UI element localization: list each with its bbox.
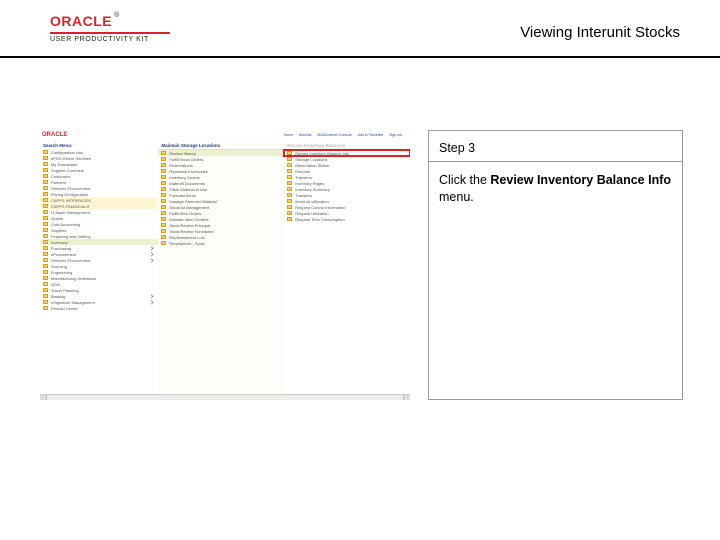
horizontal-scrollbar[interactable] [40,394,410,400]
instr-prefix: Click the [439,173,490,187]
content-area: ORACLE Home Worklist MultiChannel Consol… [40,130,683,400]
page-title: Viewing Interunit Stocks [520,24,680,41]
mini-col-mid: Maintain Storage Locations Review Histor… [158,140,284,400]
brand-subtitle: USER PRODUCTIVITY KIT [50,36,170,43]
header: ORACLE® USER PRODUCTIVITY KIT Viewing In… [0,0,720,60]
instr-bold: Review Inventory Balance Info [490,173,671,187]
folder-icon [161,151,166,155]
folder-icon [161,229,166,233]
folder-icon [43,222,48,226]
folder-icon [161,205,166,209]
mini-brand: ORACLE [42,132,67,138]
mini-col-left: Search Menu: Configuration Link ePOS Onl… [40,140,158,400]
mini-tab[interactable]: MultiChannel Console [317,133,351,137]
chevron-right-icon [150,300,154,304]
folder-icon [43,192,48,196]
folder-icon [43,228,48,232]
mini-topbar: ORACLE Home Worklist MultiChannel Consol… [40,130,410,140]
folder-icon [161,199,166,203]
folder-icon [161,193,166,197]
folder-icon [43,270,48,274]
list-item[interactable]: Requisitions - Cycle [158,240,284,246]
folder-icon [43,180,48,184]
folder-icon [161,181,166,185]
chevron-right-icon [150,252,154,256]
folder-icon [43,174,48,178]
instruction-panel: Step 3 Click the Review Inventory Balanc… [428,130,683,400]
mini-tab[interactable]: Sign out [389,133,402,137]
mini-top-tabs: Home Worklist MultiChannel Console Add t… [67,133,410,137]
folder-icon [43,186,48,190]
folder-icon [43,282,48,286]
folder-icon [161,223,166,227]
folder-icon [287,211,292,215]
folder-icon [287,163,292,167]
folder-icon [161,241,166,245]
chevron-right-icon [150,246,154,250]
folder-icon [287,193,292,197]
instr-suffix: menu. [439,190,474,204]
mini-tab[interactable]: Worklist [299,133,311,137]
folder-icon [161,235,166,239]
folder-icon [43,240,48,244]
mini-col-heading: Review Inventory Balances [284,142,410,150]
folder-icon [43,210,48,214]
folder-icon [287,205,292,209]
folder-icon [43,306,48,310]
folder-icon [287,169,292,173]
folder-icon [43,162,48,166]
folder-icon [287,181,292,185]
folder-icon [43,168,48,172]
trademark-icon: ® [114,12,119,19]
mini-col-heading: Maintain Storage Locations [158,142,284,150]
folder-icon [43,150,48,154]
folder-icon [43,276,48,280]
chevron-right-icon [150,258,154,262]
folder-icon [43,234,48,238]
folder-icon [43,294,48,298]
folder-icon [161,169,166,173]
mini-tab[interactable]: Home [284,133,293,137]
list-item[interactable]: Request Time Consumption [284,216,410,222]
folder-icon [43,246,48,250]
folder-icon [161,211,166,215]
folder-icon [161,187,166,191]
folder-icon [161,163,166,167]
folder-icon [287,187,292,191]
screenshot-thumbnail: ORACLE Home Worklist MultiChannel Consol… [40,130,410,400]
folder-icon [43,264,48,268]
list-item[interactable]: Product Center [40,305,158,311]
folder-icon [43,198,48,202]
step-label: Step 3 [429,131,682,162]
folder-icon [287,217,292,221]
folder-icon [161,217,166,221]
folder-icon [161,157,166,161]
chevron-right-icon [150,294,154,298]
folder-icon [43,300,48,304]
folder-icon [43,156,48,160]
folder-icon [287,175,292,179]
brand-word: ORACLE [50,13,112,29]
folder-icon [43,252,48,256]
folder-icon [43,216,48,220]
mini-search-label: Search Menu: [40,142,158,149]
folder-icon [43,204,48,208]
folder-icon [43,258,48,262]
mini-col-right: Review Inventory Balances Review Invento… [284,140,410,400]
folder-icon [287,157,292,161]
instruction-text: Click the Review Inventory Balance Info … [429,162,682,216]
folder-icon [161,175,166,179]
mini-tab[interactable]: Add to Favorites [358,133,383,137]
brand-underline [50,32,170,34]
folder-icon [287,199,292,203]
folder-icon [287,151,292,155]
folder-icon [43,288,48,292]
header-rule [0,56,720,58]
oracle-logo: ORACLE® USER PRODUCTIVITY KIT [50,12,170,43]
